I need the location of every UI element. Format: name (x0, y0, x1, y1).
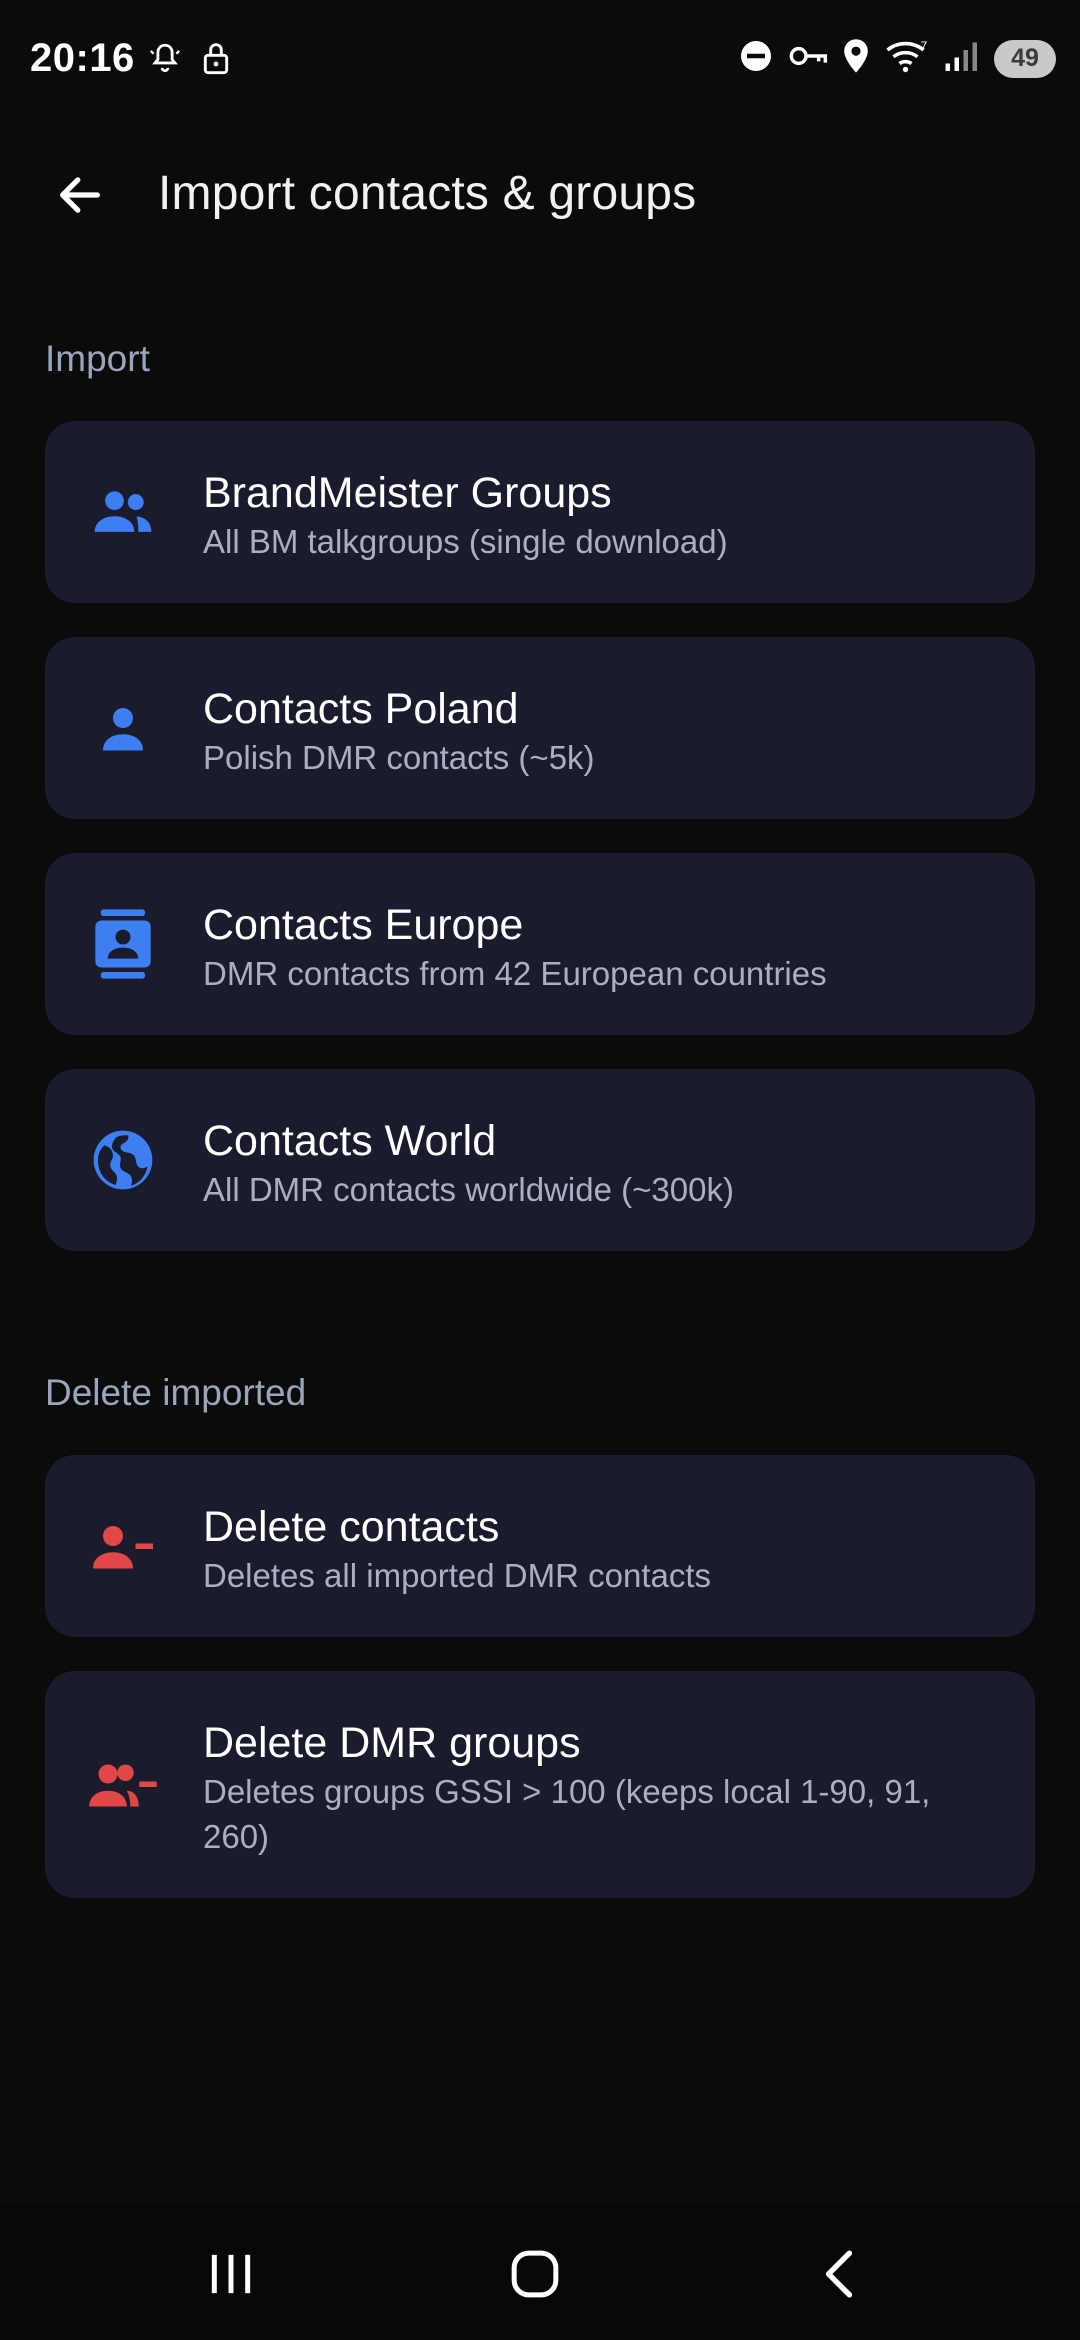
screen: 20:16 7 49 Import contacts & groups Impo… (0, 0, 1080, 2340)
nav-back-button[interactable] (784, 2239, 894, 2309)
status-time: 20:16 (30, 36, 135, 80)
contact-book-icon (85, 906, 161, 982)
card-subtitle: DMR contacts from 42 European countries (203, 955, 827, 992)
navigation-bar (0, 2205, 1080, 2340)
back-button[interactable] (40, 162, 120, 228)
group-icon (85, 474, 161, 550)
import-contacts-europe-card[interactable]: Contacts Europe DMR contacts from 42 Eur… (45, 853, 1035, 1035)
delete-dmr-groups-card[interactable]: Delete DMR groups Deletes groups GSSI > … (45, 1671, 1035, 1898)
home-icon (511, 2250, 559, 2298)
person-icon (85, 690, 161, 766)
status-right-icons: 7 49 (738, 38, 1056, 79)
person-remove-icon (85, 1508, 161, 1584)
vibrate-bell-icon (148, 41, 182, 80)
recents-button[interactable] (176, 2239, 286, 2309)
card-subtitle: Deletes all imported DMR contacts (203, 1557, 712, 1594)
status-left-icons (148, 40, 232, 81)
svg-text:7: 7 (921, 39, 928, 53)
top-app-bar: Import contacts & groups (0, 150, 1080, 240)
globe-icon (85, 1122, 161, 1198)
card-subtitle: All DMR contacts worldwide (~300k) (203, 1171, 734, 1208)
section-header-import: Import (45, 338, 150, 379)
import-contacts-poland-card[interactable]: Contacts Poland Polish DMR contacts (~5k… (45, 637, 1035, 819)
card-title: Delete DMR groups (203, 1719, 581, 1767)
import-contacts-world-card[interactable]: Contacts World All DMR contacts worldwid… (45, 1069, 1035, 1251)
card-title: Delete contacts (203, 1503, 500, 1551)
lock-icon (200, 40, 232, 81)
battery-icon: 49 (994, 39, 1056, 78)
card-title: Contacts Poland (203, 685, 519, 733)
delete-contacts-card[interactable]: Delete contacts Deletes all imported DMR… (45, 1455, 1035, 1637)
arrow-back-icon (60, 177, 100, 213)
home-button[interactable] (480, 2239, 590, 2309)
signal-icon (944, 39, 980, 78)
wifi-icon: 7 (884, 38, 930, 79)
vpn-key-icon (788, 41, 828, 76)
recents-icon (211, 2254, 251, 2294)
group-remove-icon (85, 1746, 161, 1822)
section-header-delete: Delete imported (45, 1372, 307, 1413)
back-icon (825, 2250, 853, 2298)
status-bar: 20:16 7 49 (0, 0, 1080, 120)
do-not-disturb-icon (738, 38, 774, 79)
location-icon (842, 38, 870, 79)
card-subtitle: Deletes groups GSSI > 100 (keeps local 1… (203, 1773, 931, 1855)
card-title: BrandMeister Groups (203, 469, 612, 517)
card-subtitle: All BM talkgroups (single download) (203, 523, 728, 560)
import-brandmeister-groups-card[interactable]: BrandMeister Groups All BM talkgroups (s… (45, 421, 1035, 603)
card-title: Contacts World (203, 1117, 497, 1165)
page-title: Import contacts & groups (158, 167, 697, 220)
card-title: Contacts Europe (203, 901, 524, 949)
card-subtitle: Polish DMR contacts (~5k) (203, 739, 595, 776)
